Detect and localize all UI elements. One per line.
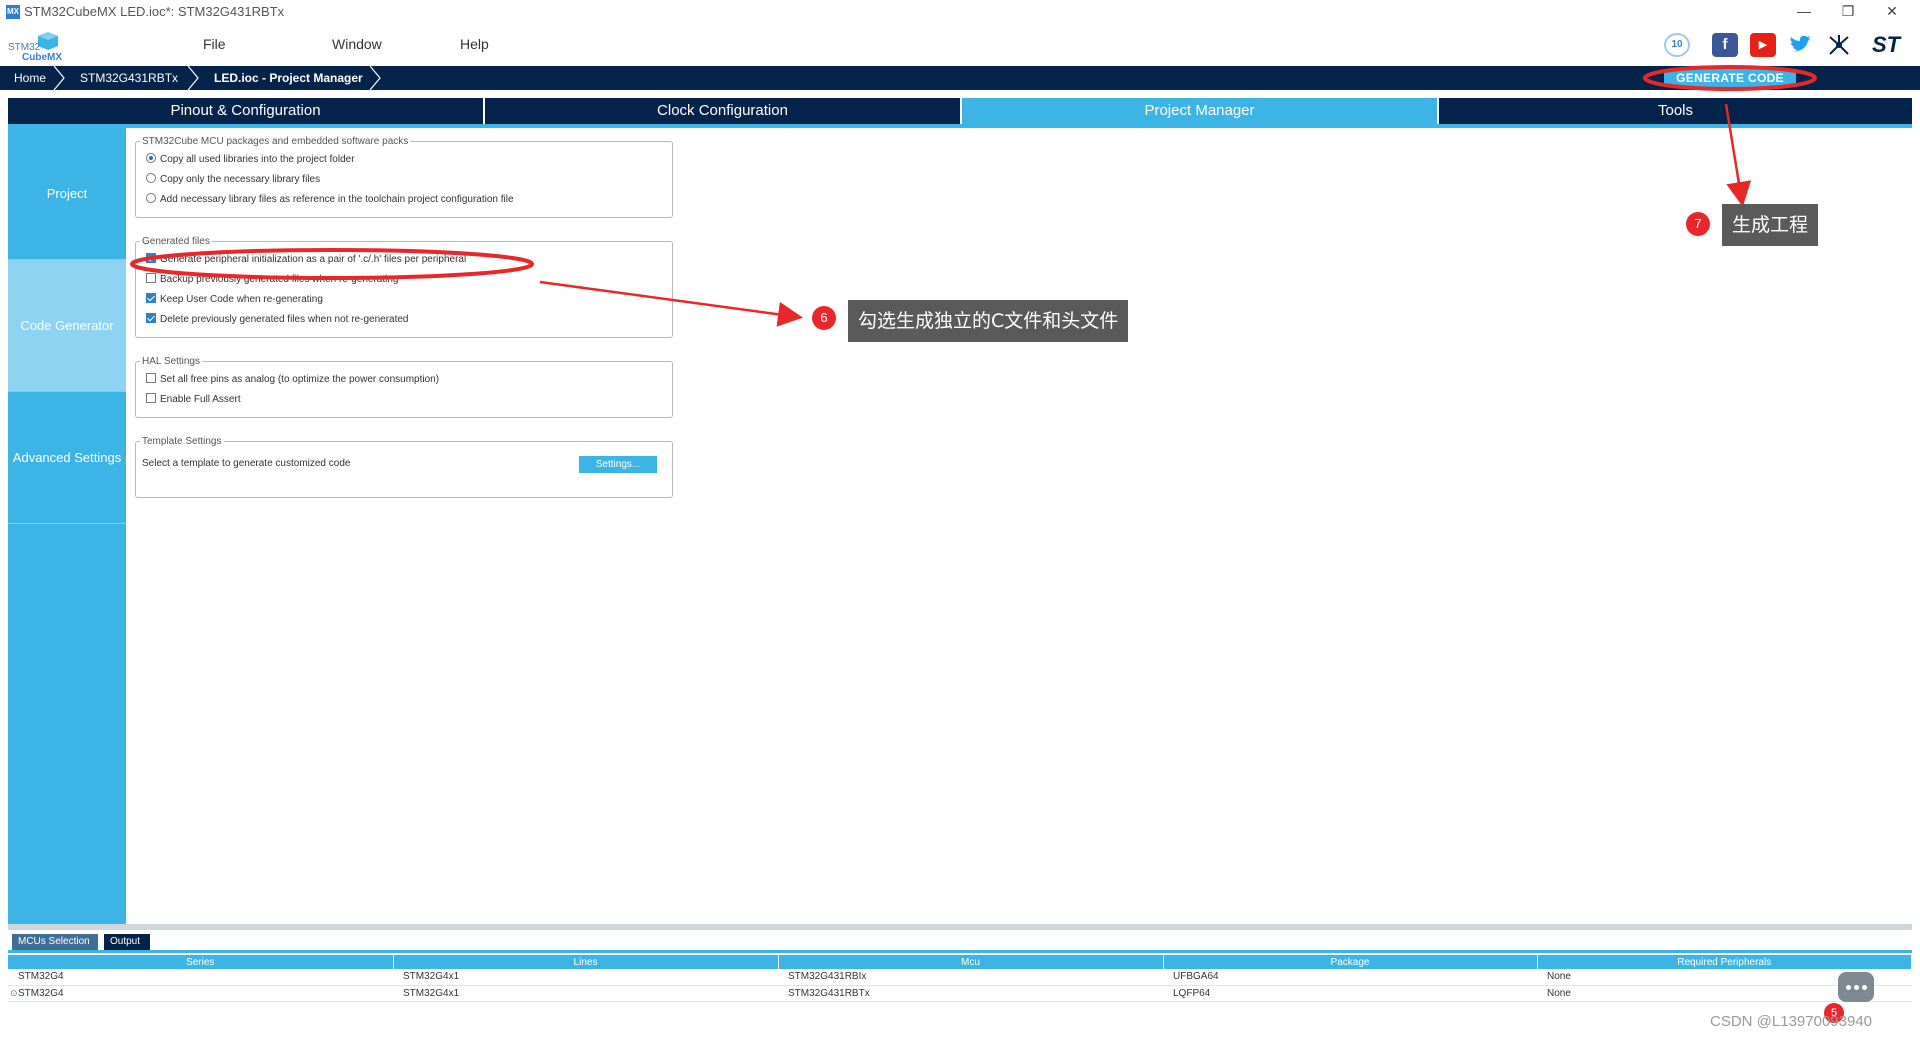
sidebar-item-code-generator[interactable]: Code Generator <box>8 260 126 392</box>
breadcrumb-separator-icon <box>369 66 381 90</box>
tab-clock[interactable]: Clock Configuration <box>485 98 960 124</box>
packs-option-copy-necessary[interactable]: Copy only the necessary library files <box>146 173 320 187</box>
app-icon: MX <box>6 5 20 19</box>
step-7-badge: 7 <box>1686 212 1710 236</box>
breadcrumb-project[interactable]: LED.ioc - Project Manager <box>214 66 363 90</box>
close-button[interactable]: ✕ <box>1870 0 1914 24</box>
template-settings-button[interactable]: Settings... <box>579 456 657 473</box>
menu-file[interactable]: File <box>203 36 226 52</box>
st-logo-icon[interactable]: ST <box>1866 33 1906 57</box>
template-settings-panel: Template Settings Select a template to g… <box>135 436 673 498</box>
breadcrumb-home[interactable]: Home <box>14 66 46 90</box>
packs-option-reference[interactable]: Add necessary library files as reference… <box>146 193 514 207</box>
cell-series: ⊙ STM32G4 <box>8 985 393 1002</box>
col-package[interactable]: Package <box>1163 955 1538 969</box>
hal-settings-panel: HAL Settings Set all free pins as analog… <box>135 356 673 418</box>
breadcrumb-separator-icon <box>53 66 65 90</box>
main-tabs: Pinout & Configuration Clock Configurati… <box>8 98 1912 124</box>
menu-help[interactable]: Help <box>460 36 489 52</box>
window-title: STM32CubeMX LED.ioc*: STM32G431RBTx <box>24 4 285 19</box>
option-delete-generated[interactable]: Delete previously generated files when n… <box>146 313 409 327</box>
checkbox-icon[interactable] <box>146 393 156 403</box>
mcu-table: Series Lines Mcu Package Required Periph… <box>8 955 1912 1002</box>
menu-bar: STM32 CubeMX File Window Help 10 f ▶ ST <box>0 24 1920 66</box>
bottom-divider <box>8 950 1912 953</box>
cell-mcu: STM32G431RBIx <box>778 969 1163 986</box>
tab-project-manager[interactable]: Project Manager <box>962 98 1437 124</box>
cell-lines: STM32G4x1 <box>393 985 778 1002</box>
packs-option-copy-all[interactable]: Copy all used libraries into the project… <box>146 153 355 167</box>
sidebar-item-project[interactable]: Project <box>8 128 126 260</box>
packs-panel: STM32Cube MCU packages and embedded soft… <box>135 136 673 218</box>
radio-icon[interactable] <box>146 193 156 203</box>
col-required-peripherals[interactable]: Required Peripherals <box>1537 955 1912 969</box>
tab-tools[interactable]: Tools <box>1439 98 1912 124</box>
cell-package: LQFP64 <box>1163 985 1537 1002</box>
option-free-pins-analog[interactable]: Set all free pins as analog (to optimize… <box>146 373 439 387</box>
anniversary-10-icon[interactable]: 10 <box>1664 33 1690 57</box>
breadcrumb-separator-icon <box>187 66 199 90</box>
youtube-icon[interactable]: ▶ <box>1750 33 1776 57</box>
bottom-tab-output[interactable]: Output <box>104 934 150 950</box>
table-header-row: Series Lines Mcu Package Required Periph… <box>8 955 1912 969</box>
generate-code-button[interactable]: GENERATE CODE <box>1664 69 1796 87</box>
selected-row-icon: ⊙ <box>10 987 18 998</box>
twitter-icon[interactable] <box>1788 33 1814 57</box>
template-text: Select a template to generate customized… <box>142 458 351 469</box>
packs-legend: STM32Cube MCU packages and embedded soft… <box>142 136 409 147</box>
sidebar-item-advanced-settings[interactable]: Advanced Settings <box>8 392 126 524</box>
checkbox-icon[interactable] <box>146 373 156 383</box>
generated-files-panel: Generated files Generate peripheral init… <box>135 236 673 338</box>
minimize-button[interactable]: — <box>1782 0 1826 24</box>
checkbox-checked-icon[interactable] <box>146 253 156 263</box>
breadcrumb: Home STM32G431RBTx LED.ioc - Project Man… <box>0 66 1920 90</box>
option-keep-user-code[interactable]: Keep User Code when re-generating <box>146 293 323 307</box>
col-lines[interactable]: Lines <box>393 955 779 969</box>
table-row[interactable]: ⊙ STM32G4 STM32G4x1 STM32G431RBTx LQFP64 … <box>8 985 1912 1002</box>
checkbox-checked-icon[interactable] <box>146 313 156 323</box>
col-series[interactable]: Series <box>8 955 394 969</box>
table-row[interactable]: STM32G4 STM32G4x1 STM32G431RBIx UFBGA64 … <box>8 969 1912 986</box>
breadcrumb-mcu[interactable]: STM32G431RBTx <box>80 66 178 90</box>
cell-lines: STM32G4x1 <box>393 969 778 986</box>
template-legend: Template Settings <box>142 436 222 447</box>
tab-underline <box>8 124 1912 128</box>
cell-package: UFBGA64 <box>1163 969 1537 986</box>
bottom-splitter[interactable] <box>8 924 1912 930</box>
logo-line2: CubeMX <box>22 52 62 62</box>
step-6-badge: 6 <box>812 306 836 330</box>
hal-legend: HAL Settings <box>142 356 200 367</box>
chat-bubble-icon[interactable] <box>1838 972 1874 1002</box>
tab-pinout[interactable]: Pinout & Configuration <box>8 98 483 124</box>
checkbox-icon[interactable] <box>146 273 156 283</box>
checkbox-checked-icon[interactable] <box>146 293 156 303</box>
radio-selected-icon[interactable] <box>146 153 156 163</box>
option-backup-files[interactable]: Backup previously generated files when r… <box>146 273 398 287</box>
col-mcu[interactable]: Mcu <box>778 955 1164 969</box>
cell-mcu: STM32G431RBTx <box>778 985 1163 1002</box>
radio-icon[interactable] <box>146 173 156 183</box>
option-generate-pair-files[interactable]: Generate peripheral initialization as a … <box>146 253 466 267</box>
stm32cubemx-logo: STM32 CubeMX <box>8 30 66 63</box>
bottom-tab-mcus-selection[interactable]: MCUs Selection <box>12 934 98 950</box>
step-6-callout: 勾选生成独立的C文件和头文件 <box>848 300 1129 342</box>
network-icon[interactable] <box>1826 33 1852 57</box>
window-titlebar: MX STM32CubeMX LED.ioc*: STM32G431RBTx —… <box>0 0 1920 24</box>
step-7-callout: 生成工程 <box>1722 204 1819 246</box>
facebook-icon[interactable]: f <box>1712 33 1738 57</box>
sidebar: Project Code Generator Advanced Settings <box>8 128 126 924</box>
option-full-assert[interactable]: Enable Full Assert <box>146 393 241 407</box>
menu-window[interactable]: Window <box>332 36 382 52</box>
generated-legend: Generated files <box>142 236 210 247</box>
cell-series: STM32G4 <box>8 969 393 986</box>
csdn-watermark: CSDN @L13970093940 <box>1710 1013 1873 1030</box>
restore-button[interactable]: ❐ <box>1826 0 1870 24</box>
